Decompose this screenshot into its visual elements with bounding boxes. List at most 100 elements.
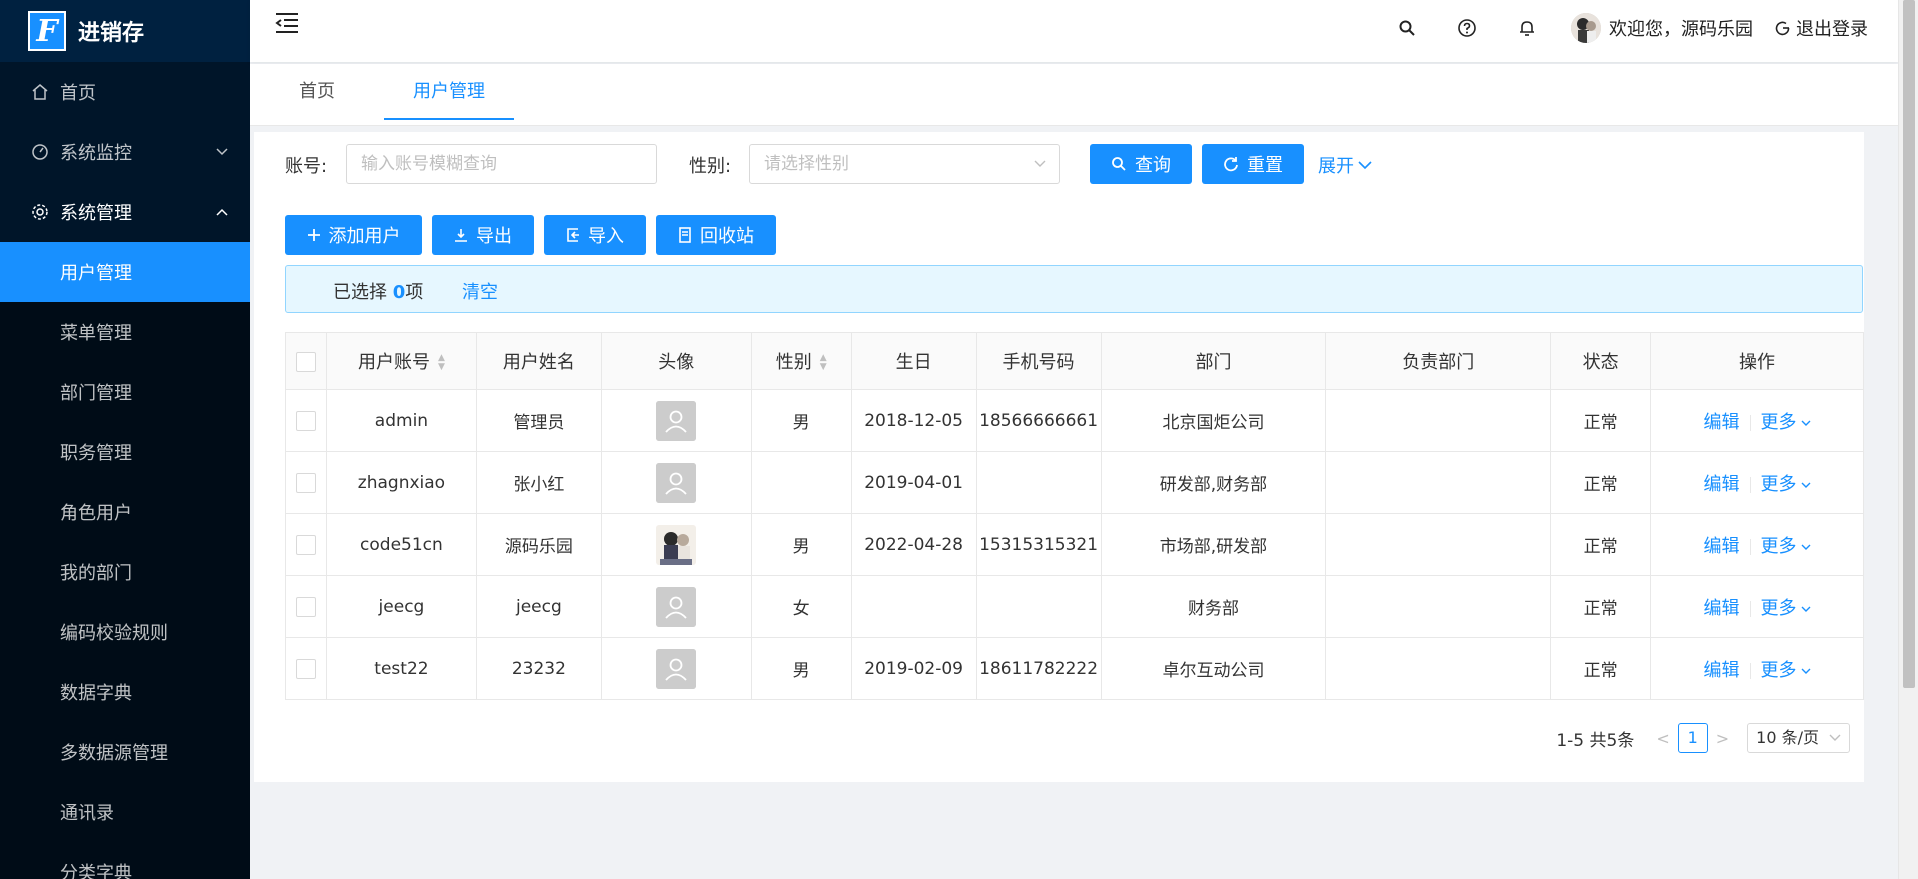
reset-button[interactable]: 重置: [1202, 144, 1304, 184]
edit-link[interactable]: 编辑: [1704, 474, 1740, 495]
cell-avatar: [601, 451, 752, 514]
hdd-icon: [678, 227, 692, 243]
user-icon[interactable]: [656, 648, 697, 689]
user-avatar[interactable]: [1571, 13, 1601, 43]
tab-home[interactable]: 首页: [290, 64, 344, 120]
select-all-checkbox[interactable]: [295, 351, 316, 372]
sidebar-item-code-rule[interactable]: 编码校验规则: [0, 602, 250, 662]
edit-link[interactable]: 编辑: [1704, 412, 1740, 433]
column-header-gender[interactable]: 性别 ▲ ▼: [751, 332, 852, 390]
cell-gender: 男: [751, 389, 852, 452]
add-user-button[interactable]: 添加用户: [285, 215, 422, 255]
menu-fold-icon[interactable]: [274, 10, 300, 36]
sidebar-item-menu-manage[interactable]: 菜单管理: [0, 302, 250, 362]
query-button[interactable]: 查询: [1090, 144, 1192, 184]
sidebar-item-my-dept[interactable]: 我的部门: [0, 542, 250, 602]
home-icon: [30, 82, 50, 102]
edit-link[interactable]: 编辑: [1704, 660, 1740, 681]
logo-icon: F: [28, 11, 66, 51]
gender-select-placeholder: 请选择性别: [764, 154, 849, 174]
sidebar-item-dict[interactable]: 数据字典: [0, 662, 250, 722]
sidebar-item-contacts[interactable]: 通讯录: [0, 782, 250, 842]
sidebar-item-monitor[interactable]: 系统监控: [0, 122, 250, 182]
welcome-text[interactable]: 欢迎您，源码乐园: [1609, 15, 1753, 41]
table-row[interactable]: jeecg jeecg 女财务部 正常 编辑 更多: [285, 575, 1864, 638]
column-header-account[interactable]: 用户账号 ▲ ▼: [326, 332, 477, 390]
clear-selection-link[interactable]: 清空: [462, 278, 498, 304]
cell-name: 张小红: [476, 451, 602, 514]
edit-link[interactable]: 编辑: [1704, 598, 1740, 619]
cell-manage-dept: [1325, 451, 1552, 514]
column-header-label: 用户姓名: [502, 352, 575, 373]
sidebar-item-label: 分类字典: [60, 863, 132, 879]
query-label: 查询: [1135, 155, 1171, 176]
row-checkbox[interactable]: [295, 410, 316, 431]
gender-select[interactable]: 请选择性别: [749, 144, 1060, 184]
sidebar-item-label: 角色用户: [60, 503, 132, 524]
prev-page-icon[interactable]: <: [1656, 729, 1669, 748]
sidebar-item-label: 数据字典: [60, 683, 132, 704]
user-photo[interactable]: [656, 524, 697, 565]
row-checkbox[interactable]: [295, 596, 316, 617]
account-input[interactable]: 输入账号模糊查询: [346, 144, 657, 184]
help-icon[interactable]: [1456, 17, 1478, 39]
sidebar-item-home[interactable]: 首页: [0, 62, 250, 122]
row-checkbox[interactable]: [295, 658, 316, 679]
more-dropdown[interactable]: 更多: [1761, 536, 1811, 557]
search-icon[interactable]: [1396, 17, 1418, 39]
logout-button[interactable]: 退出登录: [1775, 15, 1868, 41]
row-checkbox[interactable]: [295, 534, 316, 555]
column-header-manage-dept: 负责部门: [1325, 332, 1552, 390]
reset-label: 重置: [1247, 155, 1283, 176]
action-divider: [1749, 662, 1751, 679]
edit-link[interactable]: 编辑: [1704, 536, 1740, 557]
row-checkbox[interactable]: [295, 472, 316, 493]
page-size-select[interactable]: 10 条/页: [1747, 723, 1850, 753]
cell-manage-dept: [1325, 513, 1552, 576]
cell-account: jeecg: [326, 575, 477, 638]
table-row[interactable]: admin 管理员男 2018-12-05 18566666661 北京国炬公司 正常 编辑…: [285, 389, 1864, 452]
sidebar-item-dept-manage[interactable]: 部门管理: [0, 362, 250, 422]
more-dropdown[interactable]: 更多: [1761, 598, 1811, 619]
sort-icon[interactable]: ▲ ▼: [438, 354, 445, 372]
page-1-button[interactable]: 1: [1677, 723, 1708, 753]
user-icon[interactable]: [656, 462, 697, 503]
scrollbar-thumb[interactable]: [1903, 0, 1915, 688]
cell-avatar: [601, 637, 752, 700]
sidebar-item-system[interactable]: 系统管理: [0, 182, 250, 242]
sidebar-item-datasource[interactable]: 多数据源管理: [0, 722, 250, 782]
row-select-cell: [285, 513, 327, 576]
next-page-icon[interactable]: >: [1716, 729, 1729, 748]
more-label: 更多: [1760, 411, 1797, 433]
header-actions: 欢迎您，源码乐园 退出登录: [1377, 0, 1898, 56]
sidebar-item-category-dict[interactable]: 分类字典: [0, 842, 250, 879]
tab-user-manage[interactable]: 用户管理: [384, 64, 514, 120]
sidebar-item-label: 部门管理: [60, 383, 132, 404]
chevron-down-icon: [1801, 667, 1811, 675]
column-header-actions: 操作: [1650, 332, 1864, 390]
recycle-bin-label: 回收站: [700, 226, 754, 247]
logo[interactable]: F 进销存: [0, 0, 250, 62]
import-button[interactable]: 导入: [544, 215, 646, 255]
expand-link[interactable]: 展开: [1318, 152, 1372, 178]
gender-label: 性别:: [689, 156, 732, 177]
chevron-down-icon: [1801, 543, 1811, 551]
more-dropdown[interactable]: 更多: [1761, 412, 1811, 433]
sidebar-item-position-manage[interactable]: 职务管理: [0, 422, 250, 482]
column-header-dept: 部门: [1101, 332, 1327, 390]
table-row[interactable]: test22 23232 男 2019-02-09 18611782222 卓尔互动公司 正…: [285, 637, 1864, 700]
bell-icon[interactable]: [1516, 17, 1538, 39]
sidebar-item-role-user[interactable]: 角色用户: [0, 482, 250, 542]
vertical-scrollbar[interactable]: [1898, 0, 1918, 879]
export-button[interactable]: 导出: [432, 215, 534, 255]
more-dropdown[interactable]: 更多: [1761, 474, 1811, 495]
sort-icon[interactable]: ▲ ▼: [820, 354, 827, 372]
user-icon[interactable]: [656, 400, 697, 441]
table-row[interactable]: zhagnxiao 张小红 2019-04-01 研发部,财务部 正常 编辑 更多: [285, 451, 1864, 514]
recycle-bin-button[interactable]: 回收站: [656, 215, 776, 255]
sidebar-item-user-manage[interactable]: 用户管理: [0, 242, 250, 302]
export-label: 导出: [476, 226, 512, 247]
user-icon[interactable]: [656, 586, 697, 627]
more-dropdown[interactable]: 更多: [1761, 660, 1811, 681]
table-row[interactable]: code51cn 源码乐园 男 2022-04-28 15315315321 市场部,研发…: [285, 513, 1864, 576]
